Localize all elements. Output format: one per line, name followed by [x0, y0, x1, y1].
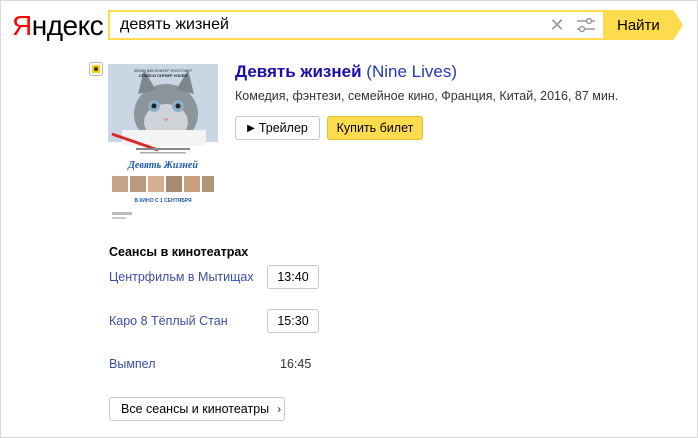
kinopoisk-favicon-icon	[89, 62, 103, 76]
clear-icon[interactable]: ✕	[545, 12, 569, 38]
logo-rest: ндекс	[31, 10, 104, 41]
cinema-link[interactable]: Вымпел	[109, 357, 156, 371]
buy-ticket-button[interactable]: Купить билет	[327, 116, 423, 140]
session-time: 16:45	[280, 357, 312, 371]
session-time-button[interactable]: 15:30	[267, 309, 319, 333]
film-title: Девять жизней	[235, 62, 362, 81]
all-sessions-button[interactable]: Все сеансы и кинотеатры ›	[109, 397, 285, 421]
search-bar: ✕	[108, 10, 603, 40]
film-original-title: (Nine Lives)	[366, 62, 457, 81]
poster-release-text: В КИНО С 1 СЕНТЯБРЯ	[134, 198, 192, 204]
trailer-button[interactable]: ▶ Трейлер	[235, 116, 320, 140]
find-button[interactable]: Найти	[603, 10, 683, 40]
cinema-link[interactable]: Каро 8 Тёплый Стан	[109, 314, 228, 328]
poster-title-text: Девять Жизней	[127, 160, 198, 171]
session-time-button[interactable]: 13:40	[267, 265, 319, 289]
all-sessions-label: Все сеансы и кинотеатры	[121, 402, 270, 416]
movie-poster[interactable]: КЕВИН ДЖЕННИФЕР КРИСТОФЕР СПЕЙСИ ГАРНЕР …	[108, 64, 218, 222]
play-icon: ▶	[247, 122, 255, 134]
filters-icon[interactable]	[569, 12, 603, 38]
search-input[interactable]	[110, 12, 545, 38]
yandex-logo[interactable]: Яндекс	[12, 10, 104, 42]
logo-first-letter: Я	[12, 10, 32, 41]
poster-actors-text-2: СПЕЙСИ ГАРНЕР УОКЕН	[139, 73, 188, 78]
film-title-link[interactable]: Девять жизней (Nine Lives)	[235, 62, 457, 82]
cinema-link[interactable]: Центрфильм в Мытищах	[109, 270, 254, 284]
trailer-label: Трейлер	[258, 121, 308, 135]
sessions-heading: Сеансы в кинотеатрах	[109, 245, 249, 259]
chevron-right-icon: ›	[277, 402, 282, 416]
film-meta: Комедия, фэнтези, семейное кино, Франция…	[235, 89, 619, 103]
